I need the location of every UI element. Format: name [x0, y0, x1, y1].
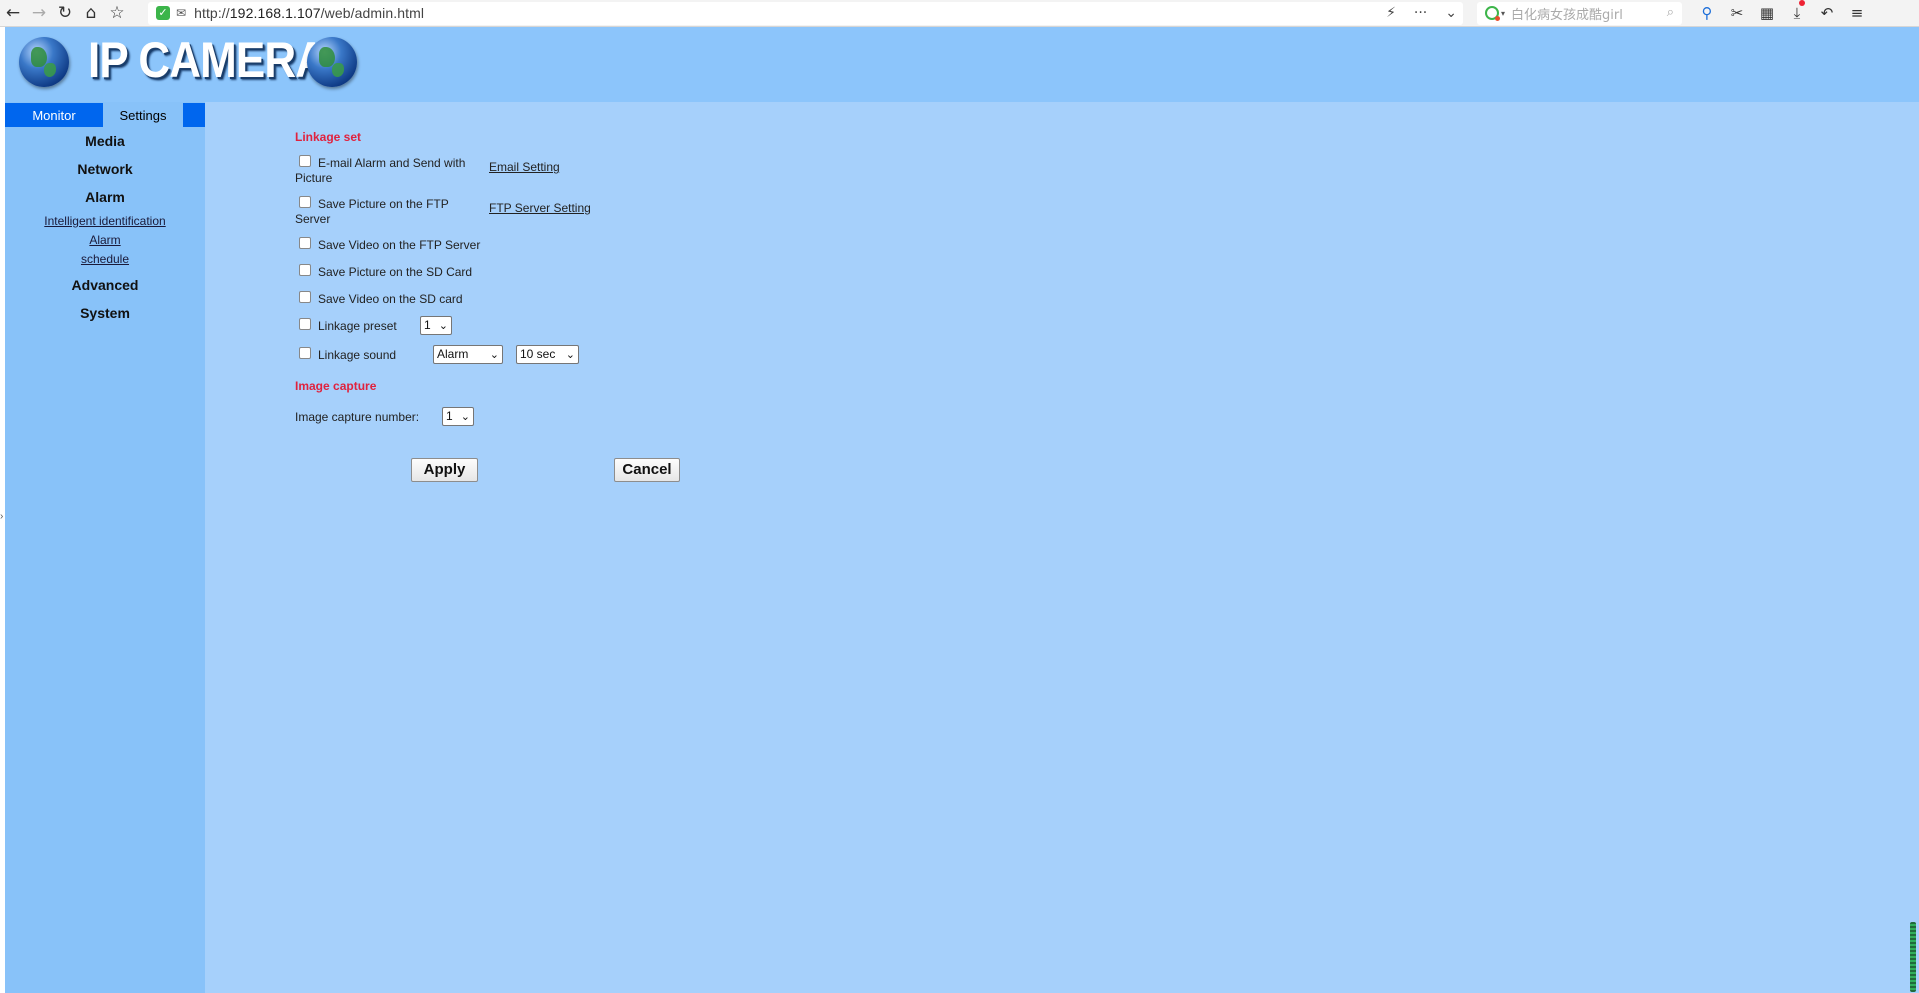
undo-icon[interactable]: ↶	[1812, 0, 1842, 27]
email-alarm-label: E-mail Alarm and Send with	[318, 156, 466, 170]
download-icon[interactable]: ⤓	[1782, 0, 1812, 27]
cancel-button[interactable]: Cancel	[614, 458, 680, 482]
ftp-picture-label: Save Picture on the FTP	[318, 197, 449, 211]
tab-monitor[interactable]: Monitor	[5, 103, 103, 127]
sidebar-sub-schedule[interactable]: schedule	[5, 252, 205, 266]
site-info-icon[interactable]: ✉	[176, 6, 186, 20]
more-icon[interactable]: ···	[1414, 5, 1427, 21]
ftp-video-checkbox[interactable]	[299, 237, 311, 249]
sd-video-label: Save Video on the SD card	[318, 292, 463, 306]
search-input[interactable]: 白化病女孩成酷girl	[1511, 4, 1623, 23]
sidebar-sub-intelligent-identification[interactable]: Intelligent identification	[5, 214, 205, 228]
sidebar-item-system[interactable]: System	[5, 305, 205, 321]
notification-dot	[1799, 0, 1805, 6]
sidebar-item-alarm[interactable]: Alarm	[5, 189, 205, 205]
logo-text: IP CAMERA	[88, 32, 327, 88]
scrollbar-indicator[interactable]	[1910, 922, 1916, 992]
url-prefix: http://	[194, 5, 230, 21]
chevron-down-icon: ⌄	[460, 410, 470, 423]
ftp-server-setting-link[interactable]: FTP Server Setting	[489, 201, 591, 215]
zoom-icon[interactable]: ⚲	[1692, 0, 1722, 27]
tab-bar: Monitor Settings	[5, 103, 205, 127]
reload-icon[interactable]: ↻	[52, 0, 78, 27]
bookmark-star-icon[interactable]: ☆	[104, 0, 130, 27]
browser-toolbar: ← → ↻ ⌂ ☆ ✓ ✉ http://192.168.1.107/web/a…	[0, 0, 1919, 27]
url-path: /web/admin.html	[320, 5, 425, 21]
linkage-set-title: Linkage set	[295, 130, 362, 144]
sidebar: Monitor Settings Media Network Alarm Int…	[5, 102, 205, 993]
image-capture-number-select[interactable]: 1 ⌄	[442, 407, 474, 426]
forward-icon[interactable]: →	[26, 0, 52, 27]
apps-grid-icon[interactable]: ▦	[1752, 0, 1782, 27]
lightning-icon[interactable]: ⚡	[1386, 5, 1396, 21]
search-box[interactable]: ▾ 白化病女孩成酷girl ⌕	[1477, 1, 1682, 25]
globe-icon	[307, 37, 357, 87]
linkage-sound-value: Alarm	[437, 347, 469, 361]
email-alarm-checkbox[interactable]	[299, 155, 311, 167]
linkage-sound-select[interactable]: Alarm ⌄	[433, 345, 503, 364]
sidebar-item-media[interactable]: Media	[5, 133, 205, 149]
sd-picture-label: Save Picture on the SD Card	[318, 265, 473, 279]
sd-picture-checkbox[interactable]	[299, 264, 311, 276]
email-setting-link[interactable]: Email Setting	[489, 160, 560, 174]
url-text[interactable]: http://192.168.1.107/web/admin.html	[194, 5, 424, 21]
tab-bar-fill	[183, 103, 205, 127]
image-capture-number-value: 1	[446, 409, 453, 423]
tab-settings[interactable]: Settings	[103, 103, 183, 127]
url-host: 192.168.1.107	[229, 5, 321, 21]
chevron-down-icon: ⌄	[565, 348, 575, 361]
sidebar-item-advanced[interactable]: Advanced	[5, 277, 205, 293]
magnifier-icon[interactable]: ⌕	[1667, 5, 1674, 20]
sidebar-sub-alarm[interactable]: Alarm	[5, 233, 205, 247]
linkage-sound-checkbox[interactable]	[299, 347, 311, 359]
back-icon[interactable]: ←	[0, 0, 26, 27]
image-capture-title: Image capture	[295, 379, 377, 393]
address-bar[interactable]: ✓ ✉ http://192.168.1.107/web/admin.html …	[148, 1, 1463, 25]
linkage-preset-label: Linkage preset	[318, 319, 397, 333]
linkage-sound-label: Linkage sound	[318, 348, 397, 362]
search-engine-caret-icon[interactable]: ▾	[1501, 9, 1505, 18]
sd-video-checkbox[interactable]	[299, 291, 311, 303]
side-expander-icon[interactable]: ›	[0, 511, 3, 522]
home-icon[interactable]: ⌂	[78, 0, 104, 27]
chevron-down-icon: ⌄	[438, 319, 448, 332]
menu-icon[interactable]: ≡	[1842, 0, 1872, 27]
linkage-preset-select[interactable]: 1 ⌄	[420, 316, 452, 335]
apply-button[interactable]: Apply	[411, 458, 478, 482]
scissors-icon[interactable]: ✂	[1722, 0, 1752, 27]
linkage-duration-select[interactable]: 10 sec ⌄	[516, 345, 579, 364]
linkage-preset-checkbox[interactable]	[299, 318, 311, 330]
email-alarm-label-cont: Picture	[295, 171, 333, 185]
ftp-video-label: Save Video on the FTP Server	[318, 238, 481, 252]
chevron-down-icon: ⌄	[489, 348, 499, 361]
linkage-preset-value: 1	[424, 318, 431, 332]
dropdown-icon[interactable]: ⌄	[1445, 5, 1457, 21]
ftp-picture-label-cont: Server	[295, 212, 331, 226]
linkage-duration-value: 10 sec	[520, 347, 556, 361]
globe-icon	[19, 37, 69, 87]
sidebar-item-network[interactable]: Network	[5, 161, 205, 177]
search-logo-icon[interactable]	[1485, 6, 1500, 21]
image-capture-number-label: Image capture number:	[295, 410, 420, 424]
ftp-picture-checkbox[interactable]	[299, 196, 311, 208]
shield-icon: ✓	[156, 6, 170, 20]
